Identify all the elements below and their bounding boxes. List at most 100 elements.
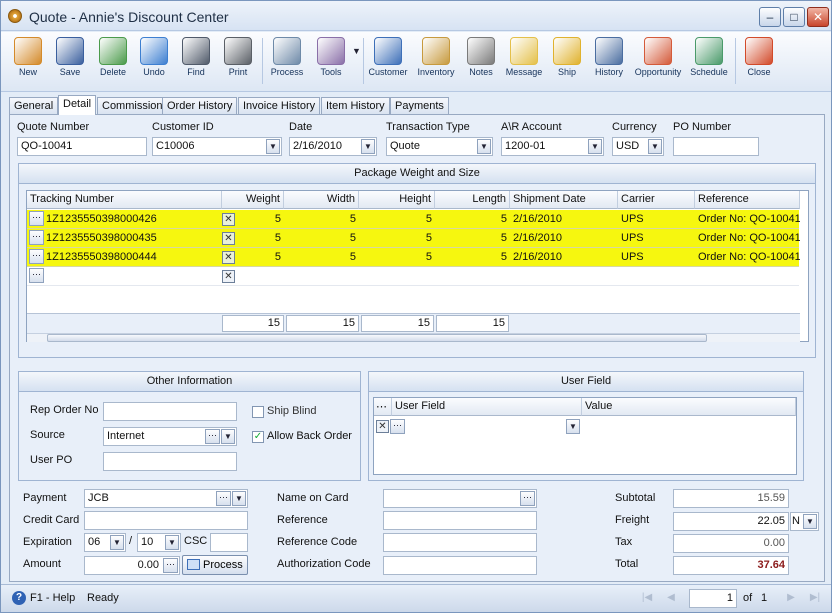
ar-account-select[interactable]: 1200-01 ▼ bbox=[501, 137, 604, 156]
tab-invoice-history[interactable]: Invoice History bbox=[238, 97, 321, 114]
process-button[interactable]: Process bbox=[265, 34, 309, 90]
row-ellipsis-icon[interactable]: ⋯ bbox=[29, 230, 44, 245]
notes-button[interactable]: Notes bbox=[461, 34, 501, 90]
tab-commission[interactable]: Commission bbox=[97, 97, 168, 114]
column-header-user-field[interactable]: User Field bbox=[392, 398, 582, 416]
help-icon[interactable]: ? bbox=[12, 591, 26, 605]
undo-button[interactable]: Undo bbox=[135, 34, 173, 90]
tab-payments[interactable]: Payments bbox=[390, 97, 449, 114]
payment-select[interactable]: JCB ⋯ ▼ bbox=[84, 489, 248, 508]
credit-card-field[interactable] bbox=[84, 511, 248, 530]
name-on-card-field[interactable]: ⋯ bbox=[383, 489, 537, 508]
page-number-field[interactable]: 1 bbox=[689, 589, 737, 608]
reference-code-field[interactable] bbox=[383, 533, 537, 552]
column-header-length[interactable]: Length bbox=[435, 191, 510, 209]
last-page-icon[interactable]: ▶| bbox=[807, 590, 823, 606]
freight-field[interactable]: 22.05 bbox=[673, 512, 789, 531]
ellipsis-icon[interactable]: ⋯ bbox=[205, 429, 220, 444]
chevron-down-icon[interactable]: ▼ bbox=[266, 139, 280, 154]
history-button[interactable]: History bbox=[589, 34, 629, 90]
ellipsis-icon[interactable]: ⋯ bbox=[216, 491, 231, 506]
new-button[interactable]: New bbox=[9, 34, 47, 90]
chevron-down-icon[interactable]: ▼ bbox=[221, 429, 235, 444]
chevron-down-icon[interactable]: ▼ bbox=[361, 139, 375, 154]
user-po-field[interactable] bbox=[103, 452, 237, 471]
inventory-button[interactable]: Inventory bbox=[414, 34, 458, 90]
save-button[interactable]: Save bbox=[51, 34, 89, 90]
customer-button[interactable]: Customer bbox=[366, 34, 410, 90]
first-page-icon[interactable]: |◀ bbox=[639, 590, 655, 606]
scrollbar-thumb[interactable] bbox=[47, 334, 707, 342]
prev-page-icon[interactable]: ◀ bbox=[663, 590, 679, 606]
column-header-height[interactable]: Height bbox=[359, 191, 435, 209]
process-button[interactable]: Process bbox=[182, 555, 248, 575]
column-header-reference[interactable]: Reference bbox=[695, 191, 800, 209]
delete-button[interactable]: Delete bbox=[93, 34, 133, 90]
csc-field[interactable] bbox=[210, 533, 248, 552]
quote-number-field[interactable]: QO-10041 bbox=[17, 137, 147, 156]
delete-row-icon[interactable]: ✕ bbox=[222, 270, 235, 283]
allow-back-order-checkbox[interactable]: ✓ bbox=[252, 431, 264, 443]
exp-month-select[interactable]: 06 ▼ bbox=[84, 533, 126, 552]
exp-year-select[interactable]: 10 ▼ bbox=[137, 533, 181, 552]
tab-general[interactable]: General bbox=[9, 97, 59, 114]
table-row[interactable]: ⋯ 1Z1235550398000444 ✕ 5 5 5 5 2/16/2010… bbox=[27, 248, 800, 267]
close-window-button[interactable]: ✕ bbox=[807, 7, 829, 27]
row-ellipsis-icon[interactable]: ⋯ bbox=[390, 419, 405, 434]
delete-row-icon[interactable]: ✕ bbox=[222, 213, 235, 226]
minimize-button[interactable]: – bbox=[759, 7, 781, 27]
chevron-down-icon[interactable]: ▼ bbox=[648, 139, 662, 154]
column-header-width[interactable]: Width bbox=[284, 191, 359, 209]
chevron-down-icon[interactable]: ▼ bbox=[110, 535, 124, 550]
tab-item-history[interactable]: Item History bbox=[321, 97, 390, 114]
horizontal-scrollbar[interactable] bbox=[27, 333, 800, 342]
tools-button[interactable]: Tools bbox=[311, 34, 351, 90]
customer-id-select[interactable]: C10006 ▼ bbox=[152, 137, 282, 156]
row-ellipsis-icon[interactable]: ⋯ bbox=[29, 211, 44, 226]
table-row[interactable]: ⋯ 1Z1235550398000426 ✕ 5 5 5 5 2/16/2010… bbox=[27, 210, 800, 229]
row-ellipsis-icon[interactable]: ⋯ bbox=[29, 249, 44, 264]
chevron-down-icon[interactable]: ▼ bbox=[165, 535, 179, 550]
find-button[interactable]: Find bbox=[177, 34, 215, 90]
schedule-button[interactable]: Schedule bbox=[687, 34, 731, 90]
next-page-icon[interactable]: ▶ bbox=[783, 590, 799, 606]
freight-code-select[interactable]: N ▼ bbox=[790, 512, 819, 531]
date-picker[interactable]: 2/16/2010 ▼ bbox=[289, 137, 377, 156]
column-header-carrier[interactable]: Carrier bbox=[618, 191, 695, 209]
table-row[interactable]: ⋯ 1Z1235550398000435 ✕ 5 5 5 5 2/16/2010… bbox=[27, 229, 800, 248]
currency-select[interactable]: USD ▼ bbox=[612, 137, 664, 156]
chevron-down-icon[interactable]: ▼ bbox=[232, 491, 246, 506]
column-header-shipment-date[interactable]: Shipment Date bbox=[510, 191, 618, 209]
amount-field[interactable]: 0.00 ⋯ bbox=[84, 556, 180, 575]
ship-blind-checkbox[interactable] bbox=[252, 406, 264, 418]
reference-field[interactable] bbox=[383, 511, 537, 530]
print-button[interactable]: Print bbox=[219, 34, 257, 90]
close-button[interactable]: Close bbox=[739, 34, 779, 90]
chevron-down-icon[interactable]: ▼ bbox=[477, 139, 491, 154]
column-header-tracking[interactable]: Tracking Number bbox=[27, 191, 222, 209]
transaction-type-select[interactable]: Quote ▼ bbox=[386, 137, 493, 156]
chevron-down-icon[interactable]: ▼ bbox=[803, 514, 817, 529]
header-ellipsis-icon[interactable]: ⋯ bbox=[374, 398, 392, 416]
authorization-code-field[interactable] bbox=[383, 556, 537, 575]
new-row[interactable]: ⋯ ✕ bbox=[27, 267, 799, 286]
delete-row-icon[interactable]: ✕ bbox=[222, 251, 235, 264]
ellipsis-icon[interactable]: ⋯ bbox=[163, 558, 178, 573]
source-select[interactable]: Internet ⋯ ▼ bbox=[103, 427, 237, 446]
row-ellipsis-icon[interactable]: ⋯ bbox=[29, 268, 44, 283]
column-header-weight[interactable]: Weight bbox=[222, 191, 284, 209]
chevron-down-icon[interactable]: ▼ bbox=[566, 419, 580, 434]
delete-row-icon[interactable]: ✕ bbox=[222, 232, 235, 245]
ship-button[interactable]: Ship bbox=[547, 34, 587, 90]
chevron-down-icon[interactable]: ▼ bbox=[588, 139, 602, 154]
rep-order-field[interactable] bbox=[103, 402, 237, 421]
tools-dropdown-arrow-icon[interactable]: ▼ bbox=[352, 46, 361, 56]
maximize-button[interactable]: □ bbox=[783, 7, 805, 27]
opportunity-button[interactable]: Opportunity bbox=[631, 34, 685, 90]
column-header-value[interactable]: Value bbox=[582, 398, 796, 416]
message-button[interactable]: Message bbox=[503, 34, 545, 90]
tab-detail[interactable]: Detail bbox=[58, 95, 97, 115]
tab-order-history[interactable]: Order History bbox=[162, 97, 238, 114]
po-number-field[interactable] bbox=[673, 137, 759, 156]
delete-row-icon[interactable]: ✕ bbox=[376, 420, 389, 433]
